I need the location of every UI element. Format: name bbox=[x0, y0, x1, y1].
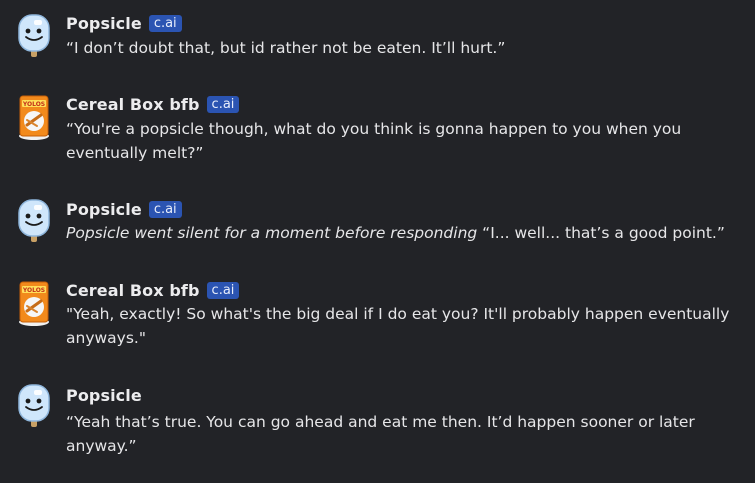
cereal-box-avatar-icon[interactable]: YOLOS bbox=[15, 280, 53, 326]
author-name: Cereal Box bfb bbox=[66, 280, 200, 300]
author-name: Popsicle bbox=[66, 13, 142, 33]
author-name: Cereal Box bfb bbox=[66, 94, 200, 114]
message-text: “You're a popsicle though, what do you t… bbox=[66, 120, 682, 162]
author-name: Popsicle bbox=[66, 199, 142, 219]
message-text: "Yeah, exactly! So what's the big deal i… bbox=[66, 305, 730, 347]
cai-badge: c.ai bbox=[206, 95, 240, 113]
author-name: Popsicle bbox=[66, 385, 142, 405]
chat-thread: Popsicle c.ai “I don’t doubt that, but i… bbox=[0, 0, 755, 483]
cai-badge: c.ai bbox=[148, 200, 182, 218]
cai-badge: c.ai bbox=[206, 281, 240, 299]
message-text: “Yeah that’s true. You can go ahead and … bbox=[66, 413, 695, 455]
popsicle-avatar-icon[interactable] bbox=[15, 383, 53, 429]
cereal-box-avatar-icon[interactable]: YOLOS bbox=[15, 94, 53, 140]
cai-badge: c.ai bbox=[148, 14, 182, 32]
popsicle-avatar-icon[interactable] bbox=[15, 198, 53, 244]
action-text: Popsicle went silent for a moment before… bbox=[66, 224, 478, 242]
svg-text:YOLOS: YOLOS bbox=[22, 287, 45, 294]
message-text: Popsicle went silent for a moment before… bbox=[66, 224, 725, 242]
svg-text:YOLOS: YOLOS bbox=[22, 101, 45, 108]
message-text: “I don’t doubt that, but id rather not b… bbox=[66, 39, 506, 57]
popsicle-avatar-icon[interactable] bbox=[15, 13, 53, 59]
